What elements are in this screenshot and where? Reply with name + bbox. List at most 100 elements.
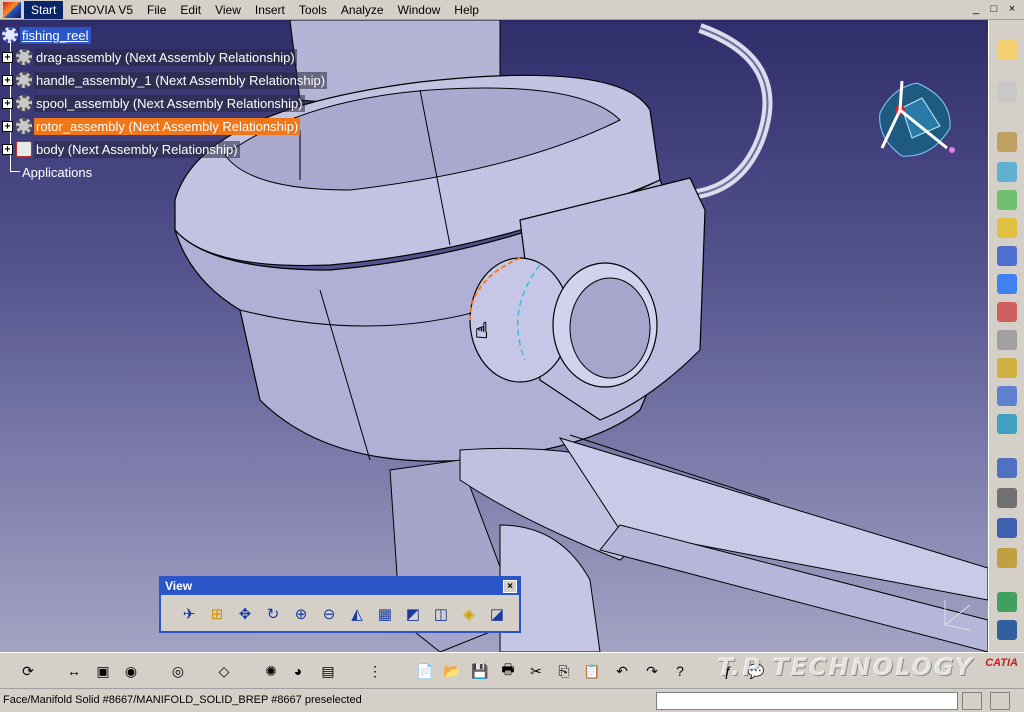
zoom-in-icon[interactable]: ⊕ — [289, 603, 313, 625]
graph-tree-reordering-icon[interactable] — [997, 274, 1017, 294]
pan-icon[interactable]: ✥ — [233, 603, 257, 625]
close-toolbar-button[interactable]: × — [503, 580, 517, 593]
update-icon[interactable]: ⟳ — [18, 661, 38, 681]
product-structure-icon[interactable] — [997, 82, 1017, 102]
manipulate-icon[interactable] — [997, 458, 1017, 478]
multi-view-icon[interactable]: ▦ — [373, 603, 397, 625]
fast-multi-instantiation-icon[interactable] — [997, 414, 1017, 434]
existing-component-icon[interactable] — [997, 218, 1017, 238]
menu-file[interactable]: File — [140, 1, 173, 19]
window-controls: _ □ × — [968, 1, 1020, 17]
zoom-out-icon[interactable]: ⊖ — [317, 603, 341, 625]
tree-root[interactable]: fishing_reel — [2, 26, 91, 44]
view-toolbar-title[interactable]: View × — [161, 578, 519, 595]
coincidence-constraint-icon[interactable] — [997, 592, 1017, 612]
redo-icon[interactable]: ↷ — [642, 661, 662, 681]
assembly-gear-icon — [16, 95, 32, 111]
manage-representations-icon[interactable] — [997, 358, 1017, 378]
bottom-toolbar: ⟳ ↔ ▣ ◉ ◎ ◇ ✺ ◕ ▤ ⋮ 📄 📂 💾 🖶 ✂ ⎘ 📋 ↶ ↷ ? … — [0, 652, 1024, 688]
hide-show-icon[interactable]: ◈ — [457, 603, 481, 625]
tree-item-label[interactable]: Applications — [20, 164, 94, 181]
measure-item-icon[interactable]: ▣ — [93, 661, 113, 681]
replace-component-icon[interactable] — [997, 246, 1017, 266]
measure-inertia-icon[interactable]: ◉ — [121, 661, 141, 681]
compass-icon[interactable] — [872, 78, 962, 168]
tree-item-applications[interactable]: Applications — [10, 163, 94, 181]
gear-assembly-icon[interactable] — [997, 132, 1017, 152]
snap-grid-icon[interactable]: ⋮ — [365, 661, 385, 681]
tree-item-label[interactable]: drag-assembly (Next Assembly Relationshi… — [34, 48, 297, 66]
fly-mode-icon[interactable]: ✈ — [177, 603, 201, 625]
paste-icon[interactable]: 📋 — [582, 661, 602, 681]
contact-constraint-icon[interactable] — [997, 620, 1017, 640]
distance-icon[interactable]: ▤ — [318, 661, 338, 681]
explode-icon[interactable] — [997, 518, 1017, 538]
expand-icon[interactable]: + — [2, 120, 13, 132]
print-icon[interactable]: 🖶 — [498, 661, 518, 681]
menu-view[interactable]: View — [208, 1, 248, 19]
expand-icon[interactable]: + — [2, 51, 13, 63]
tree-item-label[interactable]: handle_assembly_1 (Next Assembly Relatio… — [34, 71, 328, 89]
menu-window[interactable]: Window — [391, 1, 448, 19]
product-icon — [2, 27, 18, 43]
tree-item-spool-assembly[interactable]: + spool_assembly (Next Assembly Relation… — [2, 94, 305, 112]
undo-icon[interactable]: ↶ — [612, 661, 632, 681]
apply-material-icon[interactable]: ◇ — [214, 661, 234, 681]
quick-view-icon[interactable]: ◩ — [401, 603, 425, 625]
tree-root-label[interactable]: fishing_reel — [20, 26, 91, 44]
tree-item-label-selected[interactable]: rotor_assembly (Next Assembly Relationsh… — [34, 117, 301, 135]
select-arrow-icon[interactable] — [997, 40, 1017, 60]
3d-viewport[interactable]: ☝ fishing_reel + drag-assembly (Next Ass… — [0, 20, 988, 652]
menu-start[interactable]: Start — [24, 0, 64, 19]
close-button[interactable]: × — [1004, 1, 1020, 17]
status-button-2[interactable] — [990, 692, 1010, 710]
menu-edit[interactable]: Edit — [173, 1, 208, 19]
fit-all-in-icon[interactable]: ⊞ — [205, 603, 229, 625]
stop-manipulate-on-clash-icon[interactable] — [997, 548, 1017, 568]
tree-item-drag-assembly[interactable]: + drag-assembly (Next Assembly Relations… — [2, 48, 297, 66]
menu-analyze[interactable]: Analyze — [334, 1, 391, 19]
tree-item-rotor-assembly[interactable]: + rotor_assembly (Next Assembly Relation… — [2, 117, 301, 135]
watermark-text: T.P TECHNOLOGY — [716, 653, 974, 681]
snap-icon[interactable] — [997, 488, 1017, 508]
new-part-icon[interactable] — [997, 190, 1017, 210]
right-toolbar — [988, 20, 1024, 652]
whats-this-icon[interactable]: ? — [670, 661, 690, 681]
generate-numbering-icon[interactable] — [997, 302, 1017, 322]
selective-load-icon[interactable] — [997, 330, 1017, 350]
fishing-reel-model[interactable]: ☝ — [0, 20, 988, 652]
measure-between-icon[interactable]: ↔ — [64, 661, 84, 681]
expand-icon[interactable]: + — [2, 143, 13, 155]
normal-view-icon[interactable]: ◭ — [345, 603, 369, 625]
tree-item-body[interactable]: + body (Next Assembly Relationship) — [2, 140, 240, 158]
open-folder-icon[interactable]: 📂 — [442, 661, 462, 681]
assembly-gear-icon — [16, 118, 32, 134]
command-input[interactable] — [656, 692, 958, 710]
menu-help[interactable]: Help — [447, 1, 486, 19]
catia-app-icon[interactable] — [3, 1, 21, 18]
sectioning-icon[interactable]: ◕ — [288, 661, 308, 681]
menu-tools[interactable]: Tools — [292, 1, 334, 19]
multi-instantiation-icon[interactable] — [997, 386, 1017, 406]
expand-icon[interactable]: + — [2, 74, 13, 86]
assembly-gear-icon — [16, 72, 32, 88]
copy-icon[interactable]: ⎘ — [554, 661, 574, 681]
view-mode-icon[interactable]: ◫ — [429, 603, 453, 625]
new-file-icon[interactable]: 📄 — [415, 661, 435, 681]
rotate-icon[interactable]: ↻ — [261, 603, 285, 625]
tree-item-handle-assembly[interactable]: + handle_assembly_1 (Next Assembly Relat… — [2, 71, 328, 89]
expand-icon[interactable]: + — [2, 97, 13, 109]
menu-insert[interactable]: Insert — [248, 1, 292, 19]
tree-item-label[interactable]: body (Next Assembly Relationship) — [34, 140, 240, 158]
menu-enovia-v5[interactable]: ENOVIA V5 — [63, 1, 140, 19]
save-icon[interactable]: 💾 — [470, 661, 490, 681]
clash-icon[interactable]: ✺ — [261, 661, 281, 681]
status-button-1[interactable] — [962, 692, 982, 710]
catalog-browser-icon[interactable]: ◎ — [168, 661, 188, 681]
minimize-button[interactable]: _ — [968, 1, 984, 17]
tree-item-label[interactable]: spool_assembly (Next Assembly Relationsh… — [34, 94, 305, 112]
cut-icon[interactable]: ✂ — [526, 661, 546, 681]
restore-button[interactable]: □ — [986, 1, 1002, 17]
insert-component-icon[interactable] — [997, 162, 1017, 182]
swap-visible-space-icon[interactable]: ◪ — [485, 603, 509, 625]
